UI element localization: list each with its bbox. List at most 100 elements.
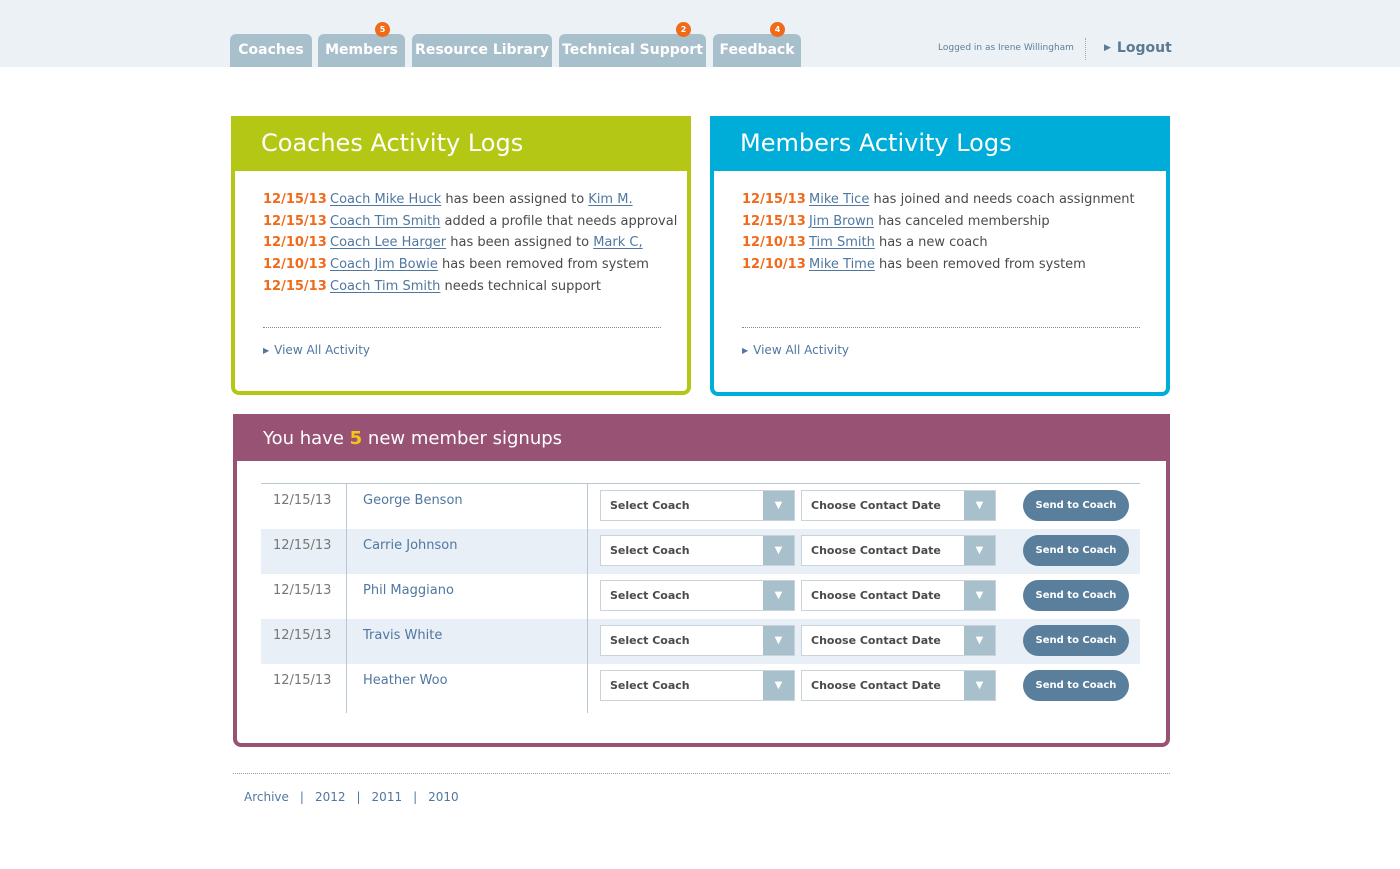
log-text: has been removed from system xyxy=(442,257,649,272)
select-coach-dropdown[interactable]: Select Coach ▼ xyxy=(600,490,795,521)
select-coach-label: Select Coach xyxy=(610,544,690,557)
triangle-right-icon: ▶ xyxy=(742,346,749,355)
log-date: 12/10/13 xyxy=(263,257,327,272)
log-text: has canceled membership xyxy=(878,214,1050,229)
tab-members[interactable]: Members 5 xyxy=(318,22,405,67)
dotted-divider xyxy=(742,327,1140,328)
separator: | xyxy=(356,790,361,804)
log-text: has been assigned to xyxy=(450,235,590,250)
view-all-label: View All Activity xyxy=(753,343,850,357)
chevron-down-icon: ▼ xyxy=(763,671,794,700)
tab-label: Resource Library xyxy=(415,42,549,58)
column-divider xyxy=(587,484,588,713)
log-date: 12/10/13 xyxy=(263,235,327,250)
technical-support-notification-badge: 2 xyxy=(676,22,691,37)
year-2011-link[interactable]: 2011 xyxy=(372,790,403,804)
contact-date-label: Choose Contact Date xyxy=(811,679,941,692)
signup-date: 12/15/13 xyxy=(273,493,332,508)
send-to-coach-button[interactable]: Send to Coach xyxy=(1023,670,1129,701)
select-coach-label: Select Coach xyxy=(610,589,690,602)
contact-date-dropdown[interactable]: Choose Contact Date ▼ xyxy=(801,580,996,611)
logout-label: Logout xyxy=(1116,40,1172,56)
member-name-link[interactable]: Travis White xyxy=(363,628,442,643)
member-name-link[interactable]: Carrie Johnson xyxy=(363,538,457,553)
send-to-coach-button[interactable]: Send to Coach xyxy=(1023,490,1129,521)
signup-date: 12/15/13 xyxy=(273,673,332,688)
tab-feedback[interactable]: Feedback 4 xyxy=(713,22,801,67)
archive-link[interactable]: Archive xyxy=(244,790,289,804)
member-link[interactable]: Mark C, xyxy=(593,235,642,250)
tab-label: Coaches xyxy=(238,42,304,58)
coaches-view-all-link[interactable]: ▶ View All Activity xyxy=(263,343,370,357)
log-text: has a new coach xyxy=(878,235,988,250)
signup-date: 12/15/13 xyxy=(273,628,332,643)
select-coach-dropdown[interactable]: Select Coach ▼ xyxy=(600,670,795,701)
contact-date-dropdown[interactable]: Choose Contact Date ▼ xyxy=(801,625,996,656)
new-signups-panel: You have 5 new member signups 12/15/13 G… xyxy=(233,414,1170,747)
contact-date-dropdown[interactable]: Choose Contact Date ▼ xyxy=(801,535,996,566)
year-2012-link[interactable]: 2012 xyxy=(315,790,346,804)
members-activity-panel: Members Activity Logs 12/15/13 Mike Tice… xyxy=(710,116,1170,396)
log-date: 12/15/13 xyxy=(263,214,327,229)
member-name-link[interactable]: Heather Woo xyxy=(363,673,448,688)
triangle-right-icon: ▶ xyxy=(1104,43,1111,53)
tab-coaches[interactable]: Coaches xyxy=(230,34,312,67)
tab-label: Technical Support xyxy=(562,42,703,58)
contact-date-label: Choose Contact Date xyxy=(811,544,941,557)
coach-link[interactable]: Coach Lee Harger xyxy=(330,235,446,250)
log-date: 12/10/13 xyxy=(742,235,806,250)
coach-link[interactable]: Coach Mike Huck xyxy=(330,192,441,207)
member-link[interactable]: Mike Tice xyxy=(809,192,869,207)
send-to-coach-button[interactable]: Send to Coach xyxy=(1023,625,1129,656)
chevron-down-icon: ▼ xyxy=(964,536,995,565)
signup-date: 12/15/13 xyxy=(273,583,332,598)
separator: | xyxy=(299,790,304,804)
chevron-down-icon: ▼ xyxy=(964,671,995,700)
year-2010-link[interactable]: 2010 xyxy=(428,790,459,804)
contact-date-label: Choose Contact Date xyxy=(811,634,941,647)
select-coach-dropdown[interactable]: Select Coach ▼ xyxy=(600,580,795,611)
send-to-coach-button[interactable]: Send to Coach xyxy=(1023,580,1129,611)
select-coach-label: Select Coach xyxy=(610,679,690,692)
table-row: 12/15/13 Phil Maggiano Select Coach ▼ Cho… xyxy=(261,574,1140,619)
signups-table: 12/15/13 George Benson Select Coach ▼ Cho… xyxy=(261,483,1140,713)
logout-link[interactable]: ▶ Logout xyxy=(1104,40,1172,56)
member-link[interactable]: Tim Smith xyxy=(809,235,875,250)
coach-link[interactable]: Coach Tim Smith xyxy=(330,214,440,229)
contact-date-label: Choose Contact Date xyxy=(811,499,941,512)
log-text: has been removed from system xyxy=(878,257,1086,272)
log-text: has joined and needs coach assignment xyxy=(873,192,1135,207)
send-to-coach-button[interactable]: Send to Coach xyxy=(1023,535,1129,566)
member-name-link[interactable]: George Benson xyxy=(363,493,463,508)
members-view-all-link[interactable]: ▶ View All Activity xyxy=(742,343,849,357)
chevron-down-icon: ▼ xyxy=(763,491,794,520)
log-date: 12/15/13 xyxy=(742,214,806,229)
coach-link[interactable]: Coach Jim Bowie xyxy=(330,257,438,272)
header-divider xyxy=(1085,38,1086,60)
log-text: needs technical support xyxy=(444,279,601,294)
tab-label: Members xyxy=(325,42,398,58)
contact-date-label: Choose Contact Date xyxy=(811,589,941,602)
contact-date-dropdown[interactable]: Choose Contact Date ▼ xyxy=(801,670,996,701)
signups-panel-title: You have 5 new member signups xyxy=(233,414,1170,461)
signups-title-suffix: new member signups xyxy=(367,428,563,449)
select-coach-dropdown[interactable]: Select Coach ▼ xyxy=(600,625,795,656)
member-link[interactable]: Mike Time xyxy=(809,257,875,272)
signups-title-prefix: You have xyxy=(263,428,344,449)
member-link[interactable]: Kim M. xyxy=(588,192,632,207)
table-row: 12/15/13 Travis White Select Coach ▼ Choo… xyxy=(261,619,1140,664)
member-name-link[interactable]: Phil Maggiano xyxy=(363,583,454,598)
tab-resource-library[interactable]: Resource Library xyxy=(412,34,552,67)
log-date: 12/15/13 xyxy=(263,279,327,294)
select-coach-label: Select Coach xyxy=(610,634,690,647)
contact-date-dropdown[interactable]: Choose Contact Date ▼ xyxy=(801,490,996,521)
tab-technical-support[interactable]: Technical Support 2 xyxy=(559,22,706,67)
log-date: 12/15/13 xyxy=(263,192,327,207)
member-link[interactable]: Jim Brown xyxy=(809,214,874,229)
view-all-label: View All Activity xyxy=(274,343,371,357)
top-navigation-bar: Coaches Members 5 Resource Library Techni… xyxy=(0,0,1400,67)
dotted-divider xyxy=(263,327,661,328)
coach-link[interactable]: Coach Tim Smith xyxy=(330,279,440,294)
feedback-notification-badge: 4 xyxy=(770,22,785,37)
select-coach-dropdown[interactable]: Select Coach ▼ xyxy=(600,535,795,566)
